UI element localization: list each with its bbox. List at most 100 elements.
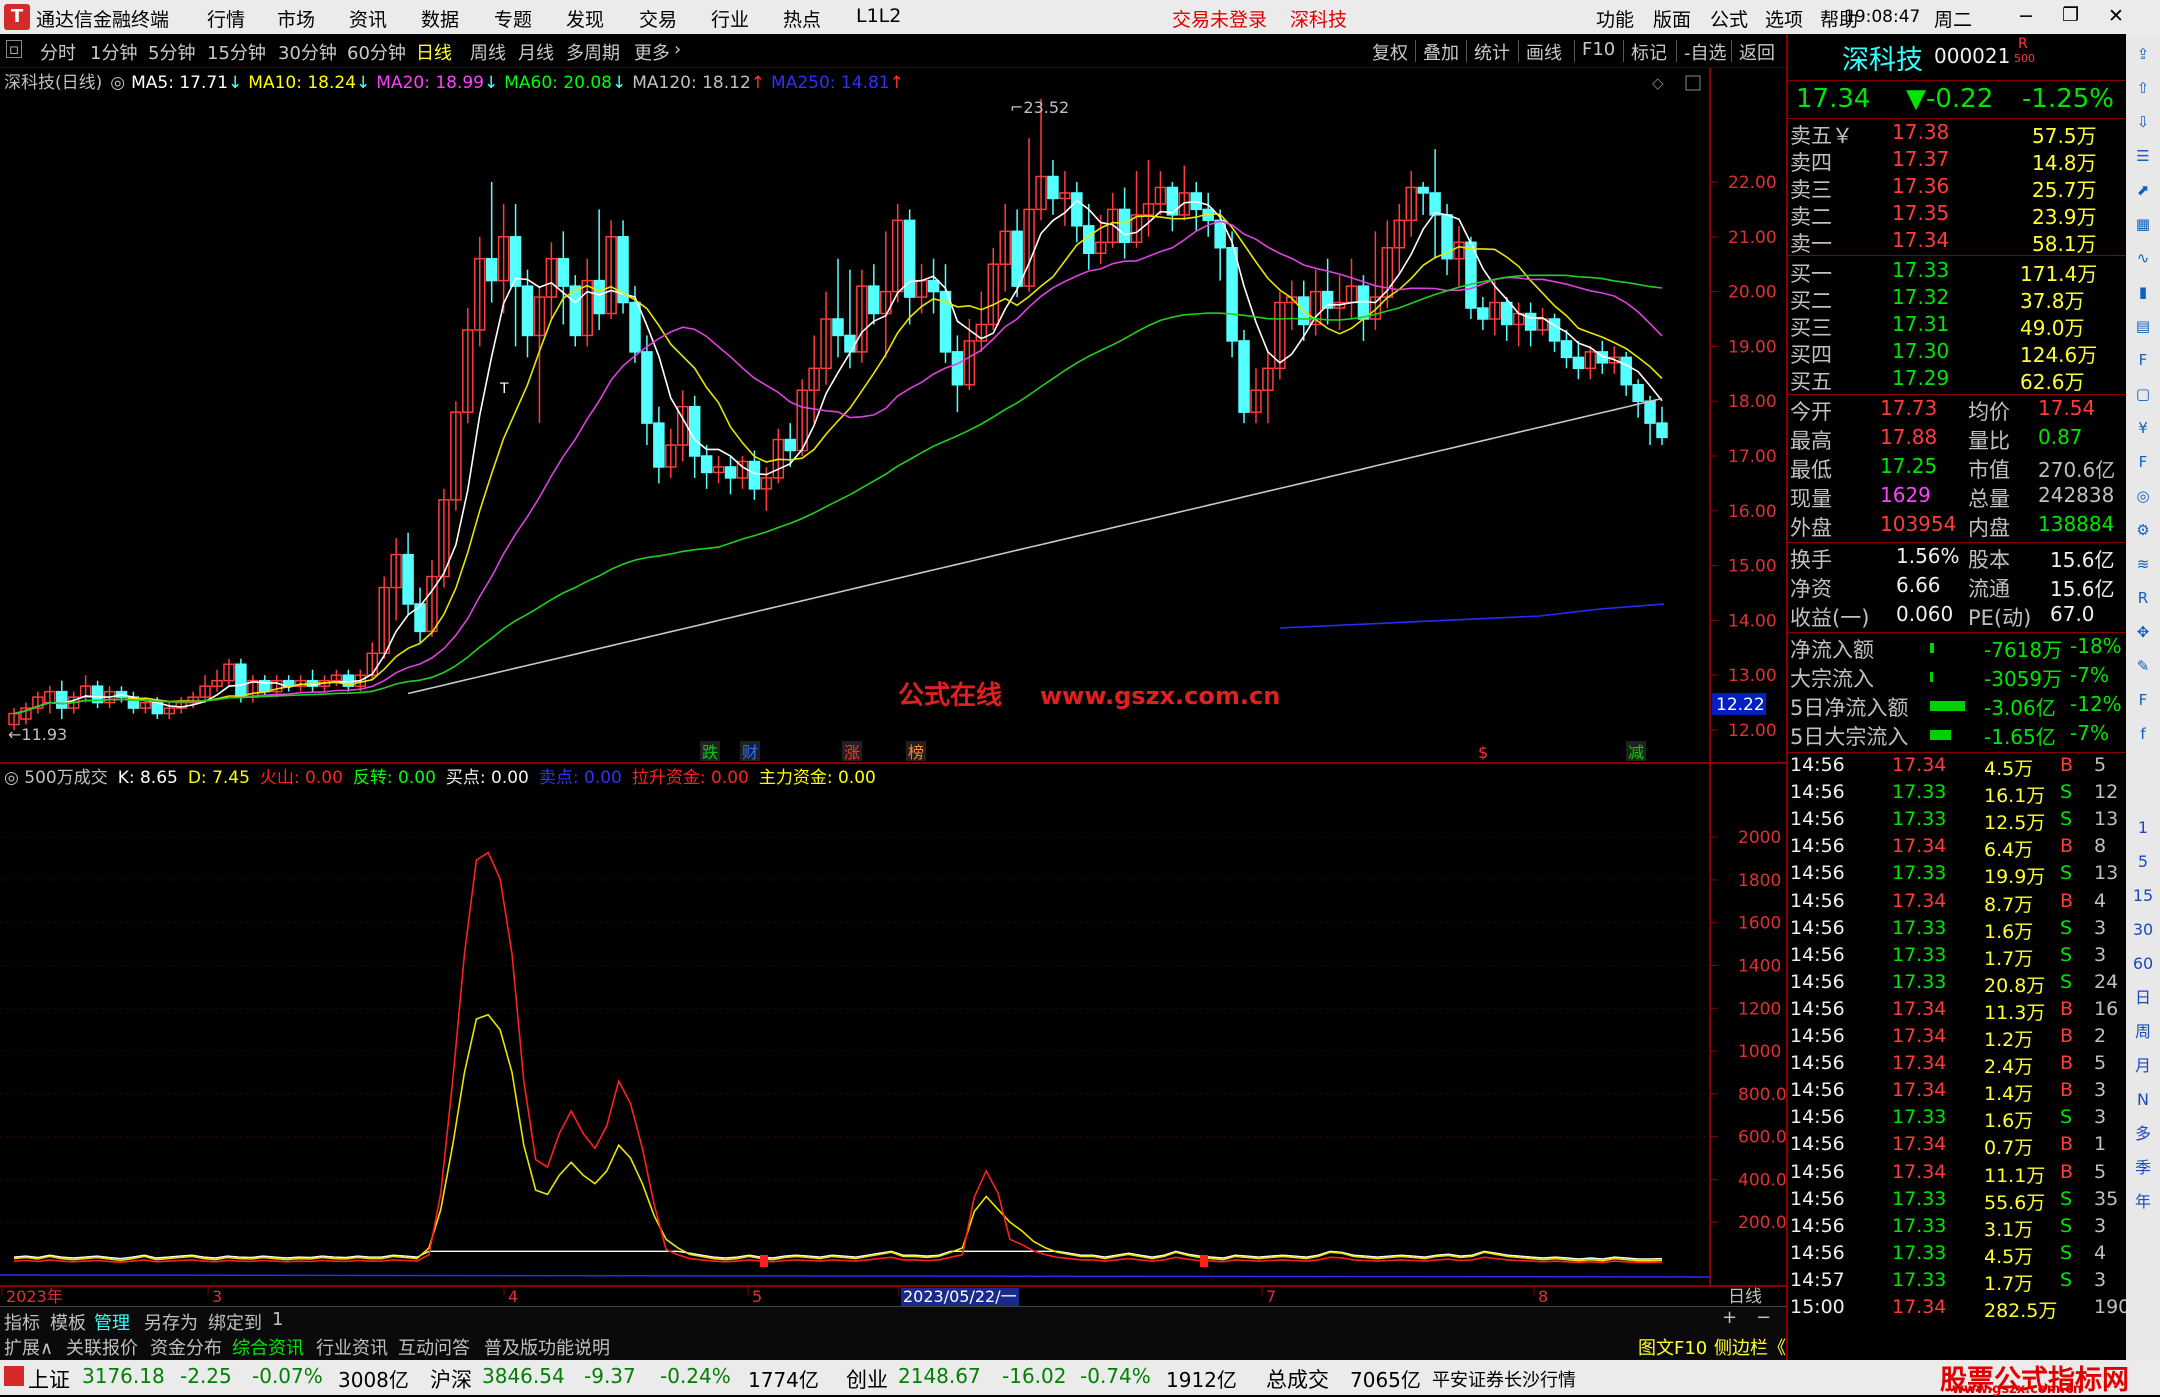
upload-icon[interactable]: ⇪ (2129, 40, 2157, 68)
chart-action-2[interactable]: 统计 (1474, 39, 1510, 65)
period-tab-0[interactable]: 分时 (40, 39, 76, 65)
sidebar-period-10[interactable]: 季 (2129, 1154, 2157, 1182)
period-tab-3[interactable]: 15分钟 (207, 39, 266, 65)
chart-action-6[interactable]: -自选 (1684, 39, 1727, 65)
panel-toggle-icon[interactable]: ▫ (6, 40, 22, 58)
sidebar-period-1[interactable]: 5 (2129, 848, 2157, 876)
restore-icon[interactable]: ❐ (2062, 4, 2079, 26)
info-tab-5[interactable]: 互动问答 (398, 1334, 470, 1360)
vol-icon[interactable]: ≋ (2129, 550, 2157, 578)
pen-icon[interactable]: ✎ (2129, 652, 2157, 680)
event-marker-4[interactable]: $ (1478, 743, 1488, 762)
chart-action-7[interactable]: 返回 (1739, 39, 1775, 65)
right-menu-1[interactable]: 版面 (1653, 5, 1691, 32)
arrow-down-icon[interactable]: ⇩ (2129, 108, 2157, 136)
kline-icon[interactable]: ▮ (2129, 278, 2157, 306)
close-icon[interactable]: ✕ (2108, 5, 2124, 27)
line-chart-icon[interactable]: ∿ (2129, 244, 2157, 272)
right-menu-3[interactable]: 选项 (1765, 5, 1803, 32)
period-tab-6[interactable]: 日线 (416, 39, 452, 65)
info-tab-1[interactable]: 关联报价 (66, 1334, 138, 1360)
grid-icon[interactable]: ▤ (2129, 312, 2157, 340)
index-name-1[interactable]: 沪深 (430, 1364, 472, 1394)
menu-5[interactable]: 发现 (566, 5, 604, 32)
f10-graphic-link[interactable]: 图文F10 (1638, 1334, 1707, 1360)
more-chevron-icon[interactable]: › (674, 39, 681, 60)
chart-action-5[interactable]: 标记 (1631, 39, 1667, 65)
table-icon[interactable]: ▦ (2129, 210, 2157, 238)
info-tab-6[interactable]: 普及版功能说明 (484, 1334, 610, 1360)
sidebar-period-7[interactable]: 月 (2129, 1052, 2157, 1080)
menu-2[interactable]: 资讯 (349, 5, 387, 32)
menu-9[interactable]: L1L2 (856, 5, 901, 27)
chart-diamond-icon[interactable]: ◇ (1652, 74, 1664, 92)
period-tab-4[interactable]: 30分钟 (278, 39, 337, 65)
fx-icon[interactable]: f (2129, 720, 2157, 748)
menu-1[interactable]: 市场 (277, 5, 315, 32)
rsi-icon[interactable]: R (2129, 584, 2157, 612)
period-tab-8[interactable]: 月线 (518, 39, 554, 65)
f10-icon[interactable]: F (2129, 346, 2157, 374)
event-marker-5[interactable]: 减 (1628, 743, 1644, 762)
menu-8[interactable]: 热点 (783, 5, 821, 32)
sub-legend-gear-icon[interactable]: ◎ (4, 768, 24, 788)
arrow-up-icon[interactable]: ⇧ (2129, 74, 2157, 102)
right-menu-0[interactable]: 功能 (1596, 5, 1634, 32)
right-menu-2[interactable]: 公式 (1710, 5, 1748, 32)
menu-6[interactable]: 交易 (639, 5, 677, 32)
sidebar-period-4[interactable]: 60 (2129, 950, 2157, 978)
tick-price-11: 17.34 (1892, 1052, 1947, 1075)
f2-icon[interactable]: F (2129, 448, 2157, 476)
info-tab-4[interactable]: 行业资讯 (316, 1334, 388, 1360)
sidebar-period-3[interactable]: 30 (2129, 916, 2157, 944)
fs-icon[interactable]: F (2129, 686, 2157, 714)
minimize-icon[interactable]: − (2018, 5, 2034, 27)
period-tab-5[interactable]: 60分钟 (347, 39, 406, 65)
menu-0[interactable]: 行情 (207, 5, 245, 32)
period-tab-9[interactable]: 多周期 (566, 39, 620, 65)
sidebar-period-0[interactable]: 1 (2129, 814, 2157, 842)
period-tab-10[interactable]: 更多 (634, 39, 670, 65)
sidebar-period-9[interactable]: 多 (2129, 1120, 2157, 1148)
index-name-2[interactable]: 创业 (846, 1364, 888, 1394)
sidebar-period-11[interactable]: 年 (2129, 1188, 2157, 1216)
menu-7[interactable]: 行业 (711, 5, 749, 32)
event-marker-2[interactable]: 涨 (844, 743, 860, 762)
period-tab-7[interactable]: 周线 (470, 39, 506, 65)
info-tab-2[interactable]: 资金分布 (150, 1334, 222, 1360)
move-icon[interactable]: ✥ (2129, 618, 2157, 646)
sidebar-period-2[interactable]: 15 (2129, 882, 2157, 910)
sidebar-period-6[interactable]: 周 (2129, 1018, 2157, 1046)
gear-icon[interactable]: ⚙ (2129, 516, 2157, 544)
chart-action-3[interactable]: 画线 (1526, 39, 1562, 65)
event-marker-0[interactable]: 跌 (702, 743, 718, 762)
target-icon[interactable]: ◎ (2129, 482, 2157, 510)
info-tab-3[interactable]: 综合资讯 (232, 1334, 304, 1360)
ma-arrow-5: ↑ (890, 73, 904, 93)
sidebar-period-8[interactable]: N (2129, 1086, 2157, 1114)
chart-action-0[interactable]: 复权 (1372, 39, 1408, 65)
kline-chart[interactable]: 22.00 21.00 20.00 19.00 18.00 17.00 16.00 15.00… (0, 68, 1786, 765)
legend-gear-icon[interactable]: ◎ (110, 73, 125, 93)
index-name-0[interactable]: 上证 (28, 1364, 70, 1394)
doc-icon[interactable]: ▢ (2129, 380, 2157, 408)
period-tab-1[interactable]: 1分钟 (90, 39, 137, 65)
period-tab-2[interactable]: 5分钟 (148, 39, 195, 65)
zoom-in-button[interactable]: + (1722, 1307, 1737, 1328)
zoom-out-button[interactable]: − (1756, 1307, 1771, 1328)
menu-3[interactable]: 数据 (421, 5, 459, 32)
formula-tab-5[interactable]: 1 (272, 1309, 283, 1330)
list-icon[interactable]: ☰ (2129, 142, 2157, 170)
event-marker-3[interactable]: 榜 (908, 743, 924, 762)
chart-action-4[interactable]: F10 (1582, 39, 1615, 60)
login-status[interactable]: 交易未登录 (1172, 5, 1267, 32)
sidebar-period-5[interactable]: 日 (2129, 984, 2157, 1012)
event-marker-1[interactable]: 财 (742, 743, 758, 762)
fund-icon[interactable]: ¥ (2129, 414, 2157, 442)
sidebar-toggle-link[interactable]: 侧边栏《 (1714, 1334, 1786, 1360)
chart-action-1[interactable]: 叠加 (1423, 39, 1459, 65)
indicator-chart[interactable]: 2000 1800 1600 1400 1200 1000 800.0 600.0 400.0 2… (0, 765, 1786, 1285)
chart-up-icon[interactable]: ⬈ (2129, 176, 2157, 204)
info-tab-0[interactable]: 扩展∧ (4, 1334, 53, 1360)
menu-4[interactable]: 专题 (494, 5, 532, 32)
